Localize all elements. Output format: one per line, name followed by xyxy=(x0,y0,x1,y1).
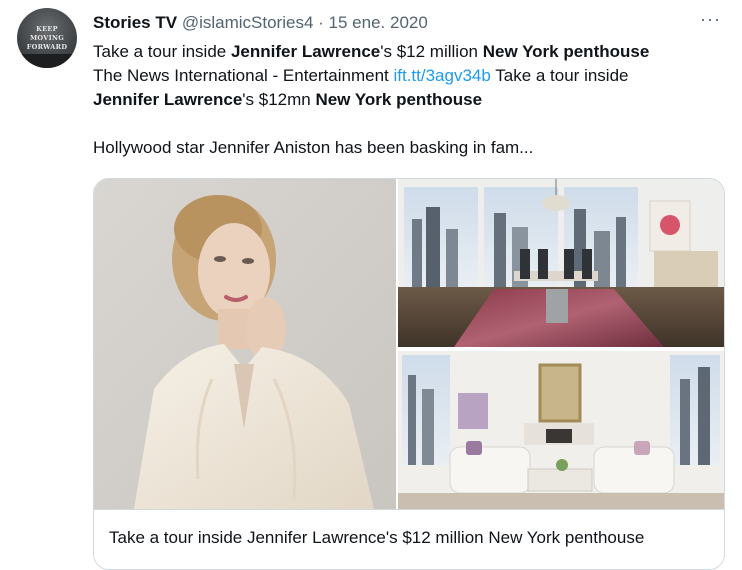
tweet-link[interactable]: ift.tt/3agv34b xyxy=(393,66,490,85)
separator: · xyxy=(318,13,324,32)
text-segment: 's $12mn xyxy=(242,90,316,109)
text-segment: Take a tour inside xyxy=(93,42,231,61)
card-footer: Take a tour inside Jennifer Lawrence's $… xyxy=(94,509,724,569)
avatar-text-2: MOVING xyxy=(29,33,65,42)
living-room-photo xyxy=(398,351,724,509)
bold-segment: Jennifer Lawrence xyxy=(93,90,243,109)
more-options-icon[interactable]: ··· xyxy=(700,9,721,30)
avatar-text-1: KEEP xyxy=(36,24,58,33)
tweet-line-3: Jennifer Lawrence's $12mn New York penth… xyxy=(93,88,733,112)
link-card[interactable]: Take a tour inside Jennifer Lawrence's $… xyxy=(93,178,725,570)
avatar[interactable]: KEEP MOVING FORWARD xyxy=(17,8,77,68)
tweet-date[interactable]: 15 ene. 2020 xyxy=(329,13,428,32)
tweet-line-2: The News International - Entertainment i… xyxy=(93,64,733,88)
tweet-header: Stories TV @islamicStories4 · 15 ene. 20… xyxy=(93,12,428,34)
author-handle[interactable]: @islamicStories4 xyxy=(182,13,314,32)
bold-segment: New York penthouse xyxy=(315,90,483,109)
avatar-road xyxy=(17,54,77,68)
bold-segment: Jennifer Lawrence xyxy=(230,42,381,61)
text-segment: The News International - Entertainment xyxy=(93,66,394,85)
dining-room-photo xyxy=(398,179,724,347)
text-segment: Take a tour inside xyxy=(490,66,629,85)
card-image xyxy=(94,179,724,509)
card-title: Take a tour inside Jennifer Lawrence's $… xyxy=(109,528,645,547)
tweet-line-4: Hollywood star Jennifer Aniston has been… xyxy=(93,138,534,157)
portrait-photo xyxy=(94,179,396,509)
text-segment: 's $12 million xyxy=(380,42,483,61)
author-name[interactable]: Stories TV xyxy=(93,13,177,32)
bold-segment: New York penthouse xyxy=(482,42,650,61)
tweet-text: Take a tour inside Jennifer Lawrence's $… xyxy=(93,40,733,160)
tweet-line-1: Take a tour inside Jennifer Lawrence's $… xyxy=(93,40,733,64)
avatar-text-3: FORWARD xyxy=(26,42,68,51)
